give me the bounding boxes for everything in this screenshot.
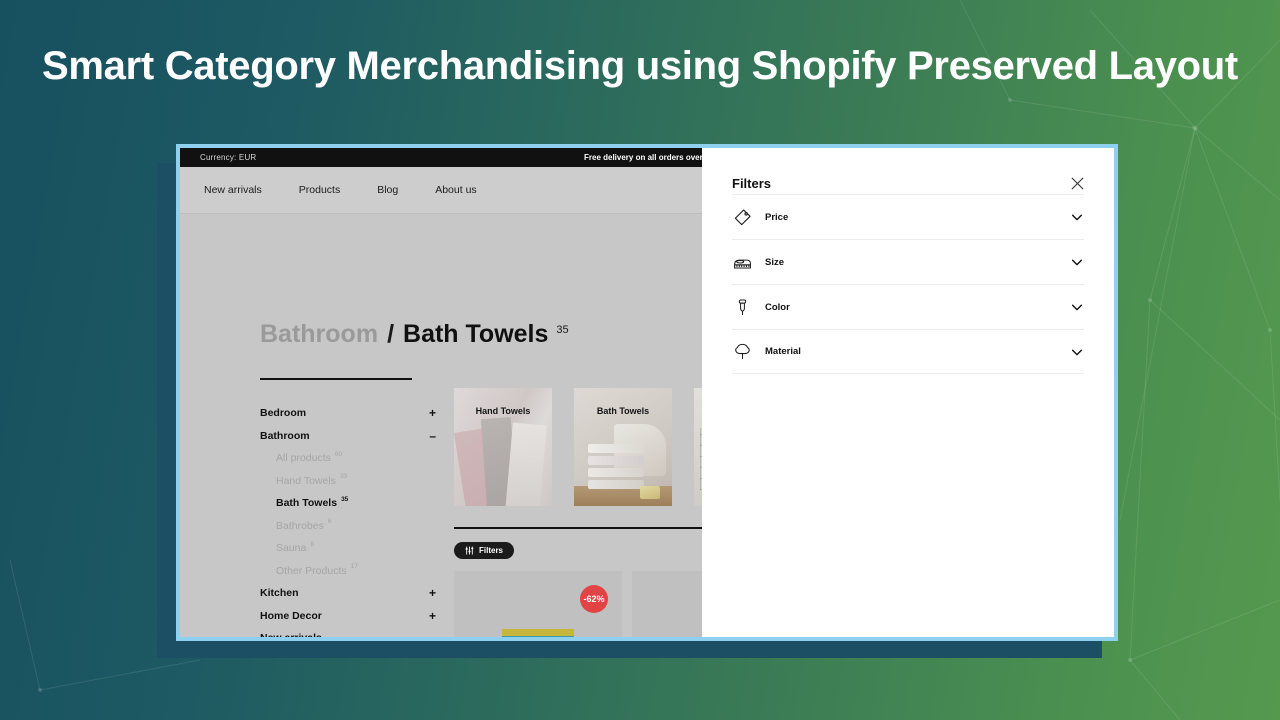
filters-button-label: Filters [479, 546, 504, 555]
sidebar-label: New arrivals [260, 632, 322, 637]
sidebar-item-kitchen[interactable]: Kitchen + [260, 582, 436, 605]
measuring-tape-icon [732, 252, 752, 272]
chevron-down-icon[interactable] [1070, 300, 1084, 314]
currency-label: Currency: [200, 153, 237, 162]
sidebar-item-bathroom[interactable]: Bathroom – [260, 425, 436, 448]
sidebar-item-hand-towels[interactable]: Hand Towels 33 [260, 470, 436, 493]
expand-toggle-icon[interactable]: + [429, 586, 436, 600]
sliders-icon [465, 546, 474, 555]
sidebar-item-bath-towels[interactable]: Bath Towels 35 [260, 492, 436, 515]
category-sidebar: Bedroom + Bathroom – All products 60 Han… [260, 402, 436, 637]
filter-label: Material [765, 346, 801, 357]
card-image: Hand Towels [454, 388, 552, 506]
filter-label: Color [765, 301, 790, 313]
sidebar-item-sauna[interactable]: Sauna 8 [260, 537, 436, 560]
nav-links: New arrivals Products Blog About us [204, 184, 477, 196]
page-title: Smart Category Merchandising using Shopi… [42, 44, 1238, 88]
drawer-header: Filters [702, 148, 1114, 194]
close-icon [1070, 176, 1084, 190]
sidebar-count: 60 [334, 450, 343, 458]
filters-drawer: Filters Price Size Color Material [702, 148, 1114, 637]
breadcrumb-count: 35 [556, 324, 569, 336]
browser-frame: Currency: EUR Free delivery on all order… [176, 144, 1118, 641]
nav-item-new-arrivals[interactable]: New arrivals [204, 184, 262, 196]
chevron-down-icon[interactable] [1070, 255, 1084, 269]
chevron-down-icon[interactable] [1070, 345, 1084, 359]
sidebar-label: All products [276, 452, 331, 465]
filter-label: Size [765, 256, 785, 268]
sidebar-label: Bath Towels [276, 497, 338, 510]
currency-selector[interactable]: Currency: EUR [200, 153, 256, 162]
subcategory-card-bath-towels[interactable]: Bath Towels [574, 388, 672, 506]
breadcrumb-parent[interactable]: Bathroom [260, 320, 378, 349]
filter-row-material[interactable]: Material [732, 329, 1084, 374]
eyedropper-icon [732, 297, 752, 317]
card-label: Bath Towels [596, 406, 650, 416]
filter-row-color[interactable]: Color [732, 284, 1084, 329]
product-card[interactable]: -62% [454, 571, 622, 637]
sidebar-count: 6 [327, 518, 332, 526]
sidebar-label: Home Decor [260, 609, 322, 622]
sidebar-count: 35 [341, 495, 349, 503]
expand-toggle-icon[interactable]: + [429, 609, 436, 623]
sidebar-label: Bathroom [260, 429, 310, 442]
currency-value: EUR [238, 153, 257, 162]
sidebar-count: 8 [310, 540, 314, 548]
sidebar-label: Bedroom [260, 407, 307, 420]
close-drawer-button[interactable] [1066, 172, 1088, 194]
filters-button[interactable]: Filters [454, 542, 515, 559]
filter-label: Price [765, 211, 789, 223]
card-image: Bath Towels [574, 388, 672, 506]
breadcrumb: Bathroom / Bath Towels 35 [260, 320, 569, 349]
collapse-toggle-icon[interactable]: – [429, 429, 436, 443]
sidebar-label: Hand Towels [276, 474, 336, 487]
discount-badge: -62% [580, 585, 608, 613]
filter-row-price[interactable]: Price [732, 194, 1084, 239]
nav-item-about-us[interactable]: About us [435, 184, 476, 196]
heading-divider [260, 378, 412, 380]
subcategory-card-hand-towels[interactable]: Hand Towels [454, 388, 552, 506]
sidebar-item-bathrobes[interactable]: Bathrobes 6 [260, 515, 436, 538]
nav-item-blog[interactable]: Blog [377, 184, 398, 196]
product-image [502, 629, 574, 637]
expand-toggle-icon[interactable]: + [429, 406, 436, 420]
sidebar-label: Sauna [276, 542, 307, 555]
price-tag-icon [732, 207, 752, 227]
free-delivery-message: Free delivery on all orders over 9 [584, 153, 710, 162]
sidebar-item-home-decor[interactable]: Home Decor + [260, 605, 436, 628]
breadcrumb-current: Bath Towels [403, 320, 549, 348]
sidebar-item-other-products[interactable]: Other Products 17 [260, 560, 436, 583]
sidebar-item-new-arrivals[interactable]: New arrivals [260, 627, 436, 637]
breadcrumb-separator: / [387, 320, 395, 348]
nav-item-products[interactable]: Products [299, 184, 340, 196]
sidebar-count: 17 [350, 563, 358, 571]
sidebar-label: Kitchen [260, 587, 299, 600]
tree-icon [732, 342, 752, 362]
sidebar-count: 33 [339, 473, 348, 481]
drawer-title: Filters [732, 175, 772, 191]
chevron-down-icon[interactable] [1070, 210, 1084, 224]
sidebar-label: Bathrobes [276, 519, 324, 532]
shopify-storefront: Currency: EUR Free delivery on all order… [180, 148, 1114, 637]
sidebar-label: Other Products [276, 564, 347, 577]
sidebar-item-all-products[interactable]: All products 60 [260, 447, 436, 470]
sidebar-item-bedroom[interactable]: Bedroom + [260, 402, 436, 425]
filter-row-size[interactable]: Size [732, 239, 1084, 284]
card-label: Hand Towels [475, 406, 531, 416]
